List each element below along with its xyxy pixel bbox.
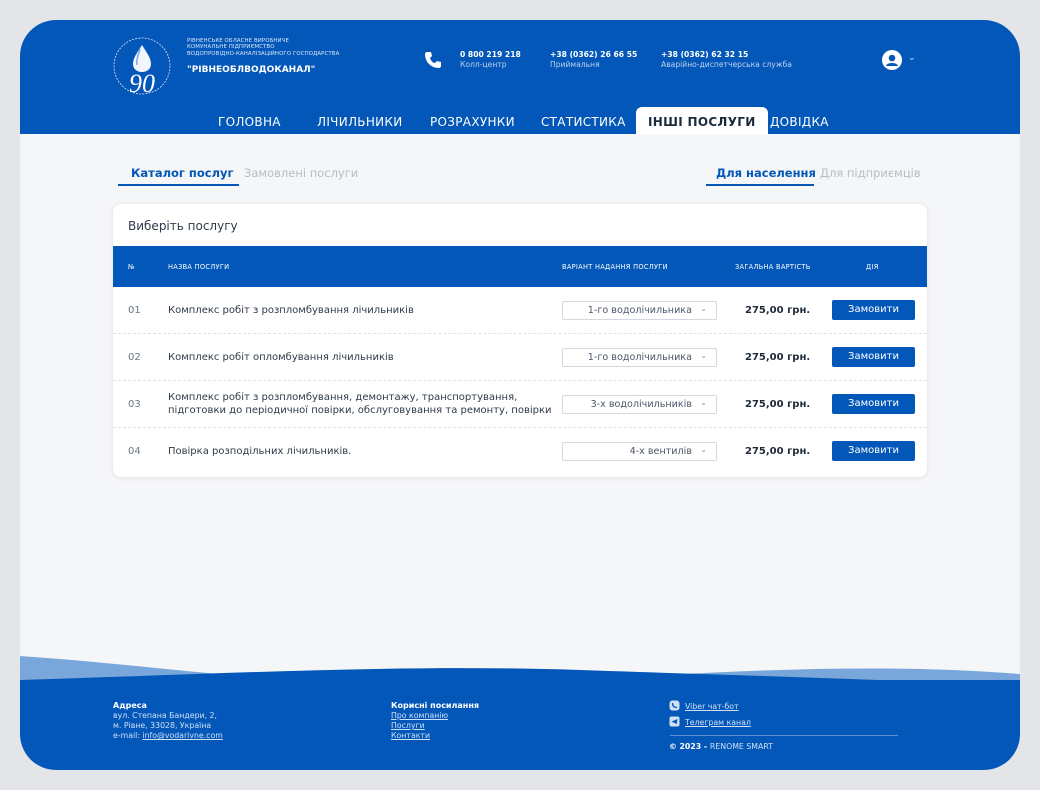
user-avatar-icon[interactable] — [882, 50, 902, 70]
org-line-3: ВОДОПРОВІДНО-КАНАЛІЗАЦІЙНОГО ГОСПОДАРСТВ… — [187, 50, 340, 57]
main-nav: ГОЛОВНА ЛІЧИЛЬНИКИ РОЗРАХУНКИ СТАТИСТИКА… — [20, 107, 1020, 134]
tab-ordered-services[interactable]: Замовлені послуги — [244, 166, 358, 180]
useful-links-title: Корисні посилання — [391, 701, 479, 710]
copyright-year: © 2023 - — [669, 742, 710, 751]
nav-item-home[interactable]: ГОЛОВНА — [218, 115, 281, 129]
services-card: Виберіть послугу № НАЗВА ПОСЛУГИ ВАРІАНТ… — [113, 204, 927, 477]
org-full-name: РІВНЕНСЬКЕ ОБЛАСНЕ ВИРОБНИЧЕ КОМУНАЛЬНЕ … — [187, 38, 339, 57]
row-number: 04 — [128, 446, 141, 457]
address-title: Адреса — [113, 701, 147, 710]
variant-select[interactable]: 4-х вентилів ⌄ — [562, 442, 717, 461]
copyright-name: RENOME SMART — [709, 742, 773, 751]
contact-label: Колл-центр — [460, 60, 507, 69]
link-contacts[interactable]: Контакти — [391, 731, 430, 740]
viber-chatbot-link[interactable]: Viber чат-бот — [685, 702, 739, 711]
column-header-variant: ВАРІАНТ НАДАННЯ ПОСЛУГИ — [562, 263, 668, 271]
app-frame: 90 РІВНЕНСЬКЕ ОБЛАСНЕ ВИРОБНИЧЕ КОМУНАЛЬ… — [20, 20, 1020, 770]
column-header-action: ДІЯ — [866, 263, 879, 271]
email-prefix: e-mail: — [113, 731, 143, 740]
order-button[interactable]: Замовити — [832, 300, 915, 320]
nav-item-payments[interactable]: РОЗРАХУНКИ — [430, 115, 515, 129]
row-number: 02 — [128, 352, 141, 363]
order-button[interactable]: Замовити — [832, 394, 915, 414]
chevron-down-icon: ⌄ — [700, 445, 707, 454]
svg-text:90: 90 — [129, 69, 155, 96]
service-name: Повірка розподільних лічильників. — [168, 446, 352, 457]
service-price: 275,00 грн. — [745, 399, 811, 410]
nav-item-other-services[interactable]: ІНШІ ПОСЛУГИ — [636, 107, 768, 134]
tab-underline — [118, 184, 239, 186]
row-number: 01 — [128, 305, 141, 316]
telegram-icon — [669, 716, 680, 727]
nav-item-help[interactable]: ДОВІДКА — [770, 115, 829, 129]
chevron-down-icon[interactable]: ⌄ — [908, 53, 916, 63]
telegram-channel-link[interactable]: Телеграм канал — [685, 718, 751, 727]
tab-service-catalog[interactable]: Каталог послуг — [131, 166, 234, 180]
chevron-down-icon: ⌄ — [700, 398, 707, 407]
link-about-company[interactable]: Про компанію — [391, 711, 448, 720]
variant-value: 4-х вентилів — [629, 446, 692, 457]
order-button[interactable]: Замовити — [832, 441, 915, 461]
nav-item-meters[interactable]: ЛІЧИЛЬНИКИ — [317, 115, 403, 129]
org-name: "РІВНЕОБЛВОДОКАНАЛ" — [187, 65, 316, 75]
service-name: Комплекс робіт з розпломбування лічильни… — [168, 305, 414, 316]
service-name: Комплекс робіт з розпломбування, демонта… — [168, 392, 552, 416]
card-title: Виберіть послугу — [128, 219, 238, 233]
header: 90 РІВНЕНСЬКЕ ОБЛАСНЕ ВИРОБНИЧЕ КОМУНАЛЬ… — [20, 20, 1020, 134]
chevron-down-icon: ⌄ — [700, 351, 707, 360]
contact-label: Аварійно-диспетчерська служба — [661, 60, 792, 69]
column-header-total: ЗАГАЛЬНА ВАРТІСТЬ — [735, 263, 811, 271]
contact-emergency[interactable]: +38 (0362) 62 32 15 Аварійно-диспетчерсь… — [661, 50, 792, 70]
tab-for-businesses[interactable]: Для підприємців — [820, 166, 921, 180]
copyright: © 2023 - RENOME SMART — [669, 742, 773, 752]
table-row: 02 Комплекс робіт опломбування лічильник… — [113, 334, 927, 381]
contact-number: +38 (0362) 26 66 55 — [550, 50, 638, 59]
table-header: № НАЗВА ПОСЛУГИ ВАРІАНТ НАДАННЯ ПОСЛУГИ … — [113, 246, 927, 287]
contact-number: 0 800 219 218 — [460, 50, 521, 59]
row-number: 03 — [128, 399, 141, 410]
tab-underline — [706, 184, 814, 186]
chevron-down-icon: ⌄ — [700, 304, 707, 313]
table-row: 01 Комплекс робіт з розпломбування лічил… — [113, 287, 927, 334]
variant-value: 1-го водолічильника — [587, 352, 692, 363]
service-price: 275,00 грн. — [745, 446, 811, 457]
link-services[interactable]: Послуги — [391, 721, 425, 730]
variant-value: 3-х водолічильників — [590, 399, 692, 410]
address-line-2: м. Рівне, 33028, Україна — [113, 721, 212, 730]
service-name: Комплекс робіт опломбування лічильників — [168, 352, 394, 363]
variant-select[interactable]: 3-х водолічильників ⌄ — [562, 395, 717, 414]
footer-divider — [670, 735, 898, 736]
nav-item-statistics[interactable]: СТАТИСТИКА — [541, 115, 626, 129]
variant-select[interactable]: 1-го водолічильника ⌄ — [562, 301, 717, 320]
column-header-name: НАЗВА ПОСЛУГИ — [168, 263, 230, 271]
service-price: 275,00 грн. — [745, 352, 811, 363]
viber-icon — [669, 700, 680, 711]
company-logo: 90 — [113, 37, 171, 96]
footer: Адреса вул. Степана Бандери, 2, м. Рівне… — [20, 680, 1020, 770]
address-line-1: вул. Степана Бандери, 2, — [113, 711, 217, 720]
variant-value: 1-го водолічильника — [587, 305, 692, 316]
email-line: e-mail: info@vodarivne.com — [113, 731, 223, 741]
email-link[interactable]: info@vodarivne.com — [142, 731, 222, 740]
phone-icon — [425, 52, 441, 68]
tab-for-residents[interactable]: Для населення — [716, 166, 816, 180]
order-button[interactable]: Замовити — [832, 347, 915, 367]
service-price: 275,00 грн. — [745, 305, 811, 316]
variant-select[interactable]: 1-го водолічильника ⌄ — [562, 348, 717, 367]
column-header-number: № — [128, 263, 136, 271]
contact-reception[interactable]: +38 (0362) 26 66 55 Приймальня — [550, 50, 637, 70]
table-row: 04 Повірка розподільних лічильників. 4-х… — [113, 428, 927, 475]
contact-label: Приймальня — [550, 60, 600, 69]
contact-number: +38 (0362) 62 32 15 — [661, 50, 749, 59]
contact-call-center[interactable]: 0 800 219 218 Колл-центр — [460, 50, 521, 70]
table-row: 03 Комплекс робіт з розпломбування, демо… — [113, 381, 927, 428]
